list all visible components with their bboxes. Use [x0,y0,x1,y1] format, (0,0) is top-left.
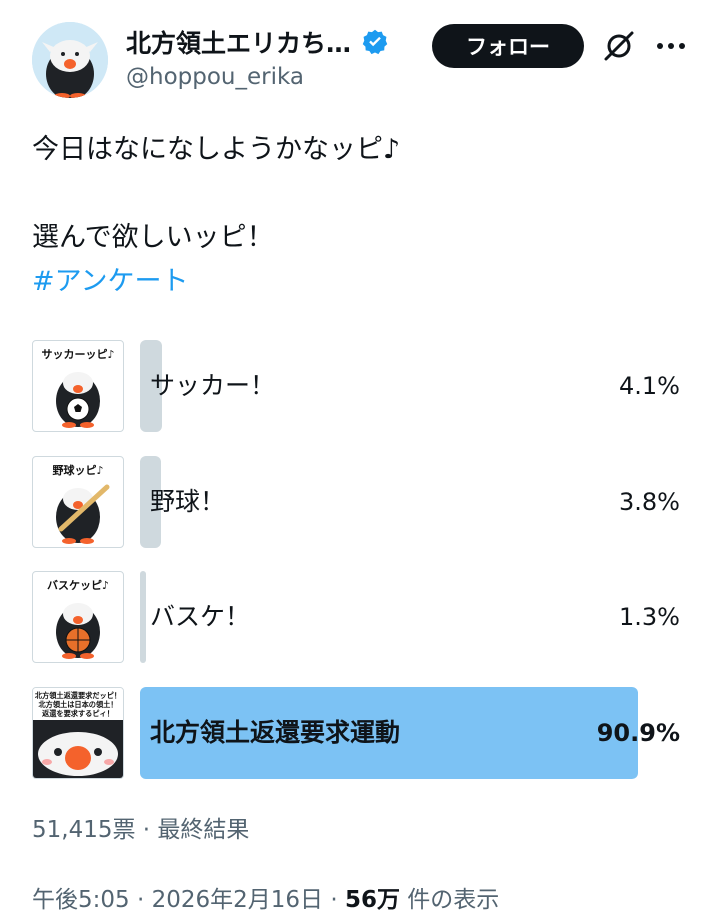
poll-option-percent: 90.9% [596,719,680,747]
poll-option-percent: 4.1% [619,372,680,400]
soccer-penguin-sticker[interactable]: サッカーッピ♪ [32,340,124,432]
poll-vote-count: 51,415票 [32,817,136,843]
tweet-meta: 午後5:05 · 2026年2月16日 · 56万 件の表示 [32,880,499,914]
separator-dot: · [142,817,151,843]
soccer-penguin-icon: サッカーッピ♪ [41,348,115,428]
svg-text:北方領土は日本の領土！: 北方領土は日本の領土！ [38,700,117,709]
tweet-time[interactable]: 午後5:05 [32,887,130,913]
poll-option[interactable]: バスケッピ♪ バスケ！ 1.3% [32,571,688,663]
views-label: 件の表示 [407,887,500,913]
tweet-text: 今日はなになしようかなッピ♪ 選んで欲しいッピ！ #アンケート [32,128,692,304]
poll-option-percent: 1.3% [619,603,680,631]
verified-badge-icon [362,29,388,55]
baseball-penguin-icon: 野球ッピ♪ [52,463,110,544]
poll-option-percent: 3.8% [619,488,680,516]
basketball-penguin-sticker[interactable]: バスケッピ♪ [32,571,124,663]
basketball-penguin-icon: バスケッピ♪ [47,579,109,659]
svg-text:バスケッピ♪: バスケッピ♪ [47,579,109,592]
svg-text:北方領土返還要求だッピ！: 北方領土返還要求だッピ！ [35,691,121,700]
tweet-line: 今日はなになしようかなッピ♪ [32,134,401,165]
follow-button[interactable]: フォロー [432,24,584,68]
penguin-face-sticker[interactable]: 北方領土返還要求だッピ！ 北方領土は日本の領土！ 返還を要求するピィ！ [32,687,124,779]
poll-option-label: サッカー！ [150,371,276,400]
hashtag-link[interactable]: #アンケート [32,260,692,304]
tweet-date[interactable]: 2026年2月16日 [152,887,323,913]
author-display-name[interactable]: 北方領土エリカち… [126,24,351,60]
more-options-icon[interactable] [655,34,687,58]
tweet-line: 選んで欲しいッピ！ [32,222,274,253]
avatar[interactable] [32,22,108,98]
poll-summary: 51,415票 · 最終結果 [32,810,249,844]
penguin-face-icon: 北方領土返還要求だッピ！ 北方領土は日本の領土！ 返還を要求するピィ！ [33,688,123,778]
svg-text:野球ッピ♪: 野球ッピ♪ [52,463,103,477]
baseball-penguin-sticker[interactable]: 野球ッピ♪ [32,456,124,548]
grok-icon[interactable] [601,28,637,64]
poll-option-winner[interactable]: 北方領土返還要求だッピ！ 北方領土は日本の領土！ 返還を要求するピィ！ 北方領土… [32,687,688,779]
poll-bar [140,571,146,663]
poll-option-label: バスケ！ [150,602,251,631]
separator-dot: · [136,887,145,913]
poll-option[interactable]: 野球ッピ♪ 野球！ 3.8% [32,456,688,548]
poll-option-label: 野球！ [150,487,226,516]
views-count[interactable]: 56万 [345,887,400,913]
poll-option[interactable]: サッカーッピ♪ サッカー！ 4.1% [32,340,688,432]
author-handle[interactable]: @hoppou_erika [126,64,304,90]
author-name-row[interactable]: 北方領土エリカち… [126,22,389,62]
penguin-mascot-icon [32,22,108,98]
poll-option-label: 北方領土返還要求運動 [150,718,401,747]
poll-status: 最終結果 [157,817,250,843]
svg-text:サッカーッピ♪: サッカーッピ♪ [41,348,114,361]
tweet-line [32,172,692,216]
separator-dot: · [330,887,338,913]
svg-text:返還を要求するピィ！: 返還を要求するピィ！ [42,709,114,718]
